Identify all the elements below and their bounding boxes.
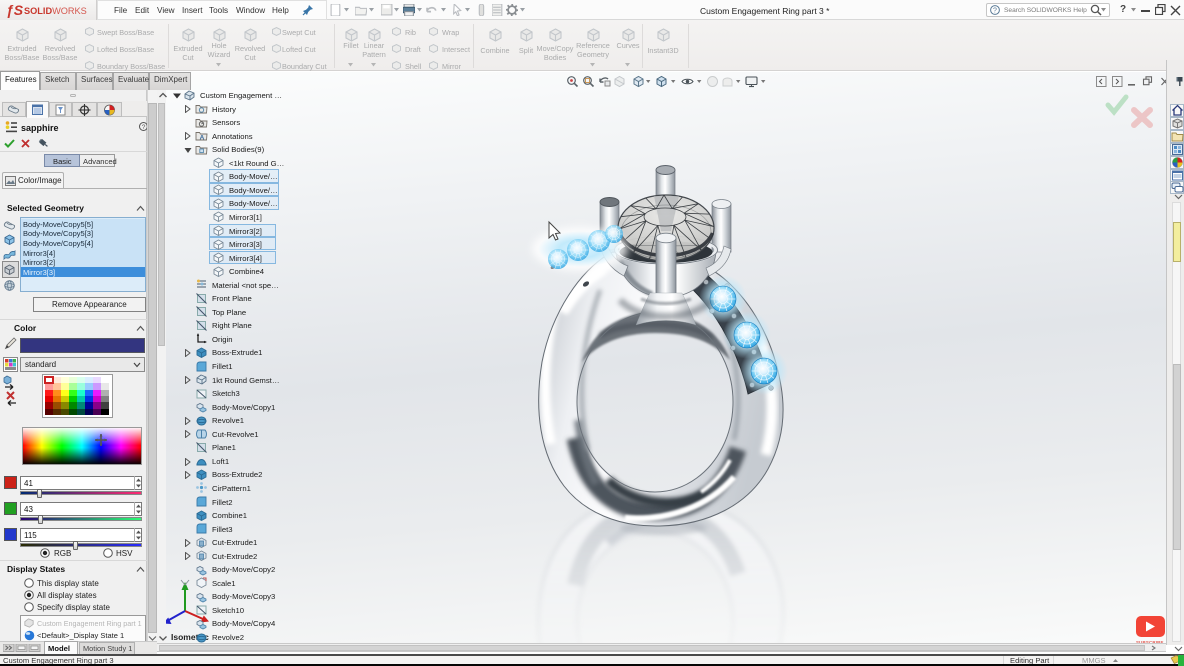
svg-text:?: ? — [993, 8, 997, 15]
svg-text:A: A — [200, 135, 205, 142]
svg-text:ƒS: ƒS — [6, 2, 24, 18]
svg-text:SOLIDWORKS: SOLIDWORKS — [24, 6, 87, 16]
svg-text:?: ? — [142, 124, 146, 131]
